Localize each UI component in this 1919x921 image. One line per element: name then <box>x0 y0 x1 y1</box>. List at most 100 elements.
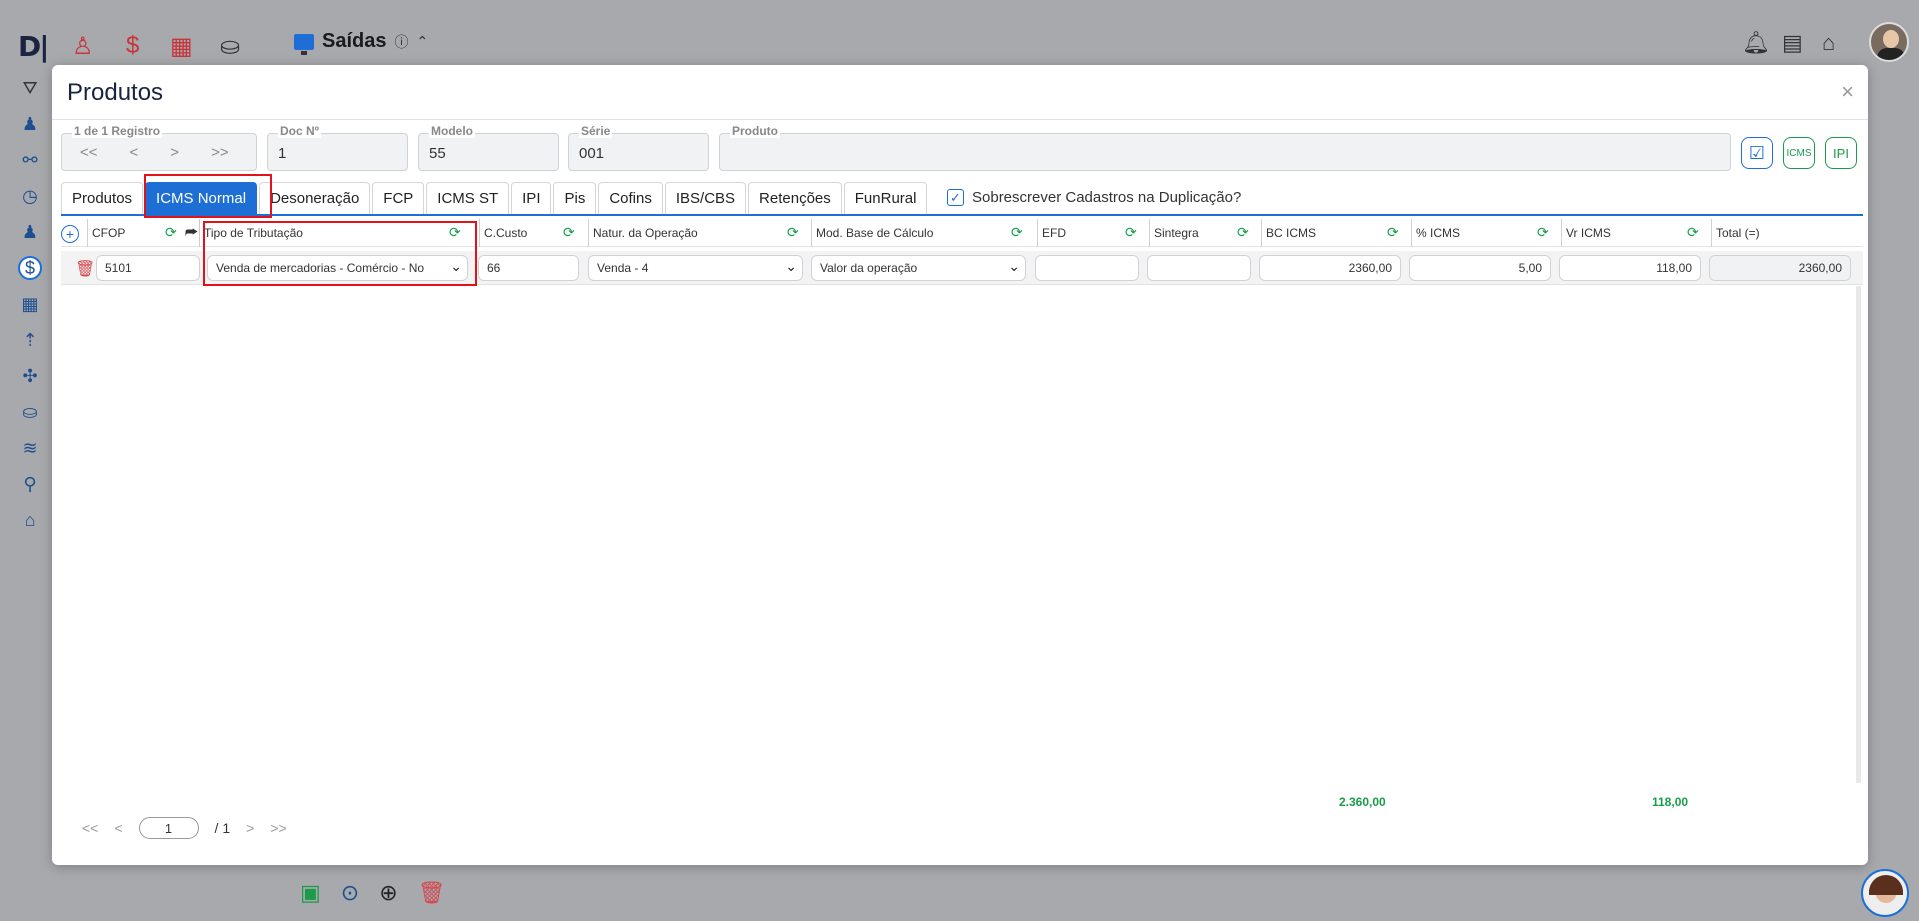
network-icon[interactable]: ✣ <box>18 364 42 388</box>
tabs-underline <box>61 214 1863 216</box>
tab-icms-st[interactable]: ICMS ST <box>426 182 510 214</box>
home-icon[interactable]: ⌂ <box>18 508 42 532</box>
efd-input[interactable] <box>1035 255 1139 281</box>
tab-retencoes[interactable]: Retenções <box>748 182 842 214</box>
clock-icon[interactable]: ◷ <box>18 184 42 208</box>
serie-label: Série <box>579 124 613 138</box>
tab-ibs-cbs[interactable]: IBS/CBS <box>664 182 747 214</box>
first-record-button[interactable]: << <box>80 144 98 161</box>
refresh-sintegra-icon[interactable]: ⟳ <box>1237 224 1249 241</box>
tab-pis[interactable]: Pis <box>553 182 597 214</box>
next-record-button[interactable]: > <box>170 144 179 161</box>
record-nav-arrows: << < > >> <box>80 144 229 161</box>
tab-produtos[interactable]: Produtos <box>61 182 144 214</box>
refresh-pct-icon[interactable]: ⟳ <box>1537 224 1549 241</box>
overwrite-checkbox[interactable]: ✓ <box>947 189 964 206</box>
last-record-button[interactable]: >> <box>211 144 229 161</box>
total-input: 2360,00 <box>1709 255 1851 281</box>
overwrite-option[interactable]: ✓ Sobrescrever Cadastros na Duplicação? <box>947 189 1241 206</box>
close-button[interactable]: × <box>1841 79 1854 105</box>
delete-row-icon[interactable]: 🗑︎ <box>75 259 95 279</box>
doc-field[interactable]: Doc Nº 1 <box>267 124 408 171</box>
money-bag-icon[interactable]: ⛀ <box>220 32 240 61</box>
dollar-circle-icon[interactable]: $ <box>18 256 42 280</box>
tab-funrural[interactable]: FunRural <box>843 182 928 214</box>
layers-icon[interactable]: ≋ <box>18 436 42 460</box>
produto-label: Produto <box>730 124 780 138</box>
col-vr-icms: Vr ICMS <box>1561 219 1691 247</box>
sintegra-input[interactable] <box>1147 255 1251 281</box>
grid-scrollbar[interactable] <box>1856 286 1861 783</box>
user-edit-icon[interactable]: ♟ <box>18 112 42 136</box>
users-icon[interactable]: ♙ <box>72 32 94 61</box>
prev-record-button[interactable]: < <box>130 144 139 161</box>
dollar-icon[interactable]: $ <box>126 32 139 60</box>
pct-icms-input[interactable]: 5,00 <box>1409 255 1551 281</box>
users-group-icon[interactable]: ♟ <box>18 220 42 244</box>
confirm-icon[interactable]: ⊙ <box>341 880 359 906</box>
refresh-efd-icon[interactable]: ⟳ <box>1125 224 1137 241</box>
report-icon[interactable]: ▤ <box>1782 30 1803 56</box>
col-natur-operacao: Natur. da Operação <box>588 219 798 247</box>
refresh-bc-icon[interactable]: ⟳ <box>1387 224 1399 241</box>
page-total: / 1 <box>214 820 231 836</box>
refresh-vr-icon[interactable]: ⟳ <box>1687 224 1699 241</box>
modal-title: Produtos <box>67 79 164 106</box>
last-page-button[interactable]: >> <box>270 820 286 836</box>
doc-label: Doc Nº <box>278 124 322 138</box>
tab-desoneracao[interactable]: Desoneração <box>259 182 371 214</box>
col-c-custo: C.Custo <box>479 219 569 247</box>
page-number-input[interactable]: 1 <box>138 817 199 839</box>
tab-ipi[interactable]: IPI <box>511 182 552 214</box>
refresh-ccusto-icon[interactable]: ⟳ <box>563 224 575 241</box>
total-bc-icms: 2.360,00 <box>1339 795 1386 809</box>
chevron-up-icon[interactable]: ⌃ <box>416 33 428 50</box>
assistant-avatar[interactable] <box>1861 869 1909 917</box>
col-cfop: CFOP <box>87 219 197 247</box>
bottom-actions: ▣ ⊙ ⊕ 🗑︎ <box>300 880 446 906</box>
left-sidebar: ⛛ ♟ ⚯ ◷ ♟ $ ▦ ⇡ ✣ ⛀ ≋ ⚲ ⌂ <box>0 70 60 921</box>
money-icon[interactable]: ⛀ <box>18 400 42 424</box>
icms-button[interactable]: ICMS <box>1783 137 1815 169</box>
serie-field[interactable]: Série 001 <box>568 124 709 171</box>
produto-field[interactable]: Produto <box>719 124 1731 171</box>
serie-value: 001 <box>579 145 605 162</box>
modelo-label: Modelo <box>429 124 475 138</box>
monitor-icon <box>294 33 314 55</box>
col-bc-icms: BC ICMS <box>1261 219 1391 247</box>
calculator-icon[interactable]: ▦ <box>170 32 193 61</box>
total-vr-icms: 118,00 <box>1652 795 1689 809</box>
modelo-field[interactable]: Modelo 55 <box>418 124 559 171</box>
handshake-icon[interactable]: ⚯ <box>18 148 42 172</box>
graduation-cap-icon[interactable]: ⌂ <box>1822 30 1835 56</box>
refresh-mod-icon[interactable]: ⟳ <box>1011 224 1023 241</box>
next-page-button[interactable]: > <box>246 820 254 836</box>
validate-button[interactable]: ☑ <box>1741 137 1773 169</box>
tab-cofins[interactable]: Cofins <box>598 182 663 214</box>
refresh-natur-icon[interactable]: ⟳ <box>787 224 799 241</box>
user-avatar[interactable] <box>1869 22 1909 62</box>
delete-icon[interactable]: 🗑︎ <box>418 880 446 906</box>
prev-page-button[interactable]: < <box>114 820 122 836</box>
add-icon[interactable]: ⊕ <box>379 880 397 906</box>
save-icon[interactable]: ▣ <box>300 880 321 906</box>
bell-icon[interactable]: 🔔︎ <box>1742 30 1770 56</box>
filter-icon[interactable]: ⛛ <box>18 76 42 100</box>
bc-icms-input[interactable]: 2360,00 <box>1259 255 1401 281</box>
mod-base-select[interactable]: Valor da operação <box>811 255 1026 281</box>
upload-icon[interactable]: ⇡ <box>18 328 42 352</box>
ipi-button[interactable]: IPI <box>1825 137 1857 169</box>
search-icon[interactable]: ⚲ <box>18 472 42 496</box>
pagination: << < 1 / 1 > >> <box>82 817 287 839</box>
cfop-input[interactable]: 5101 <box>96 255 200 281</box>
tab-fcp[interactable]: FCP <box>372 182 425 214</box>
doc-value: 1 <box>278 145 287 162</box>
natur-operacao-select[interactable]: Venda - 4 <box>588 255 803 281</box>
page-title-group[interactable]: Saídas ⓘ ⌃ <box>294 30 428 55</box>
c-custo-input[interactable]: 66 <box>478 255 579 281</box>
dashboard-icon[interactable]: ▦ <box>18 292 42 316</box>
info-icon: ⓘ <box>394 33 409 50</box>
vr-icms-input[interactable]: 118,00 <box>1559 255 1701 281</box>
first-page-button[interactable]: << <box>82 820 98 836</box>
col-total: Total (=) <box>1711 219 1851 247</box>
